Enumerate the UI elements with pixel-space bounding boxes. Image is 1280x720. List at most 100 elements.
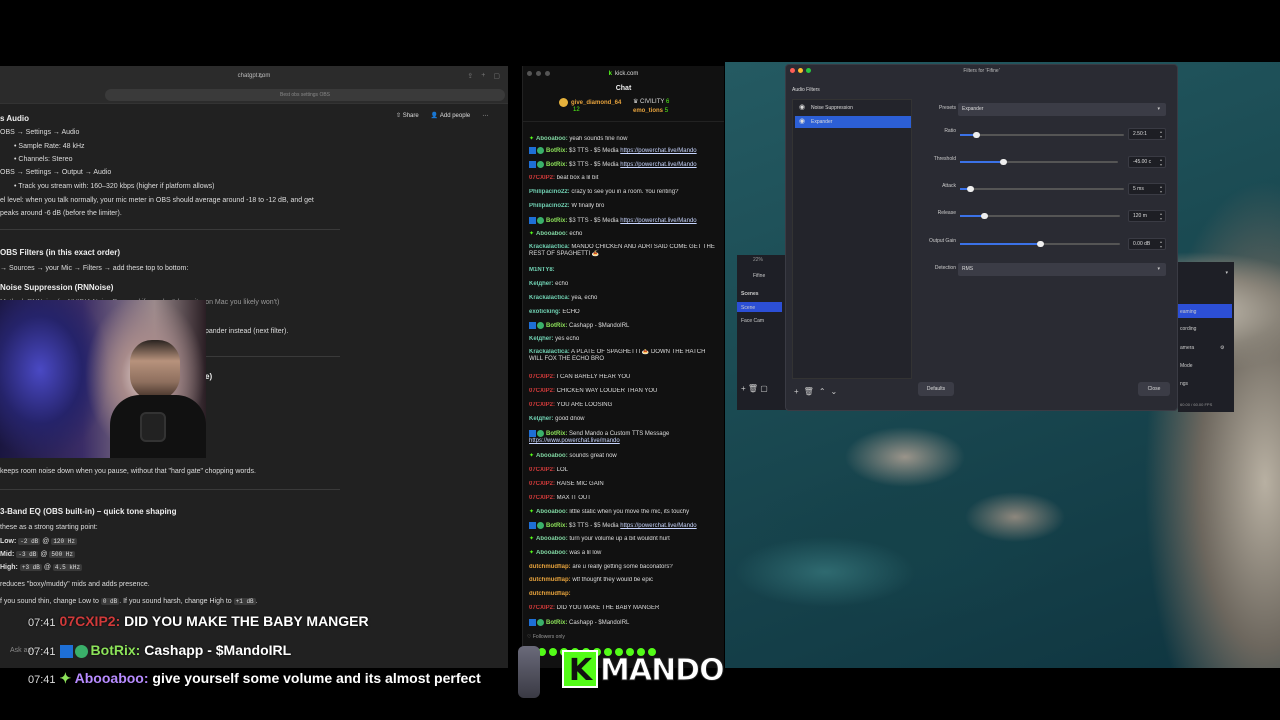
browser-url[interactable]: chatgpt.com bbox=[238, 73, 271, 79]
chat-message[interactable]: ✦ Abooaboo: yeah sounds fine now bbox=[529, 136, 719, 143]
ratio-slider[interactable] bbox=[960, 132, 1124, 138]
chat-message[interactable]: BotRix: $3 TTS - $5 Media https://powerc… bbox=[529, 217, 719, 225]
chat-username[interactable]: Abooaboo: bbox=[536, 231, 568, 237]
chat-message[interactable]: M1NTY8: bbox=[529, 267, 719, 274]
ratio-spinbox[interactable]: 2.50:1 ▴ ▾ bbox=[1128, 128, 1166, 140]
gifter-3[interactable]: emo_tions 5 bbox=[633, 108, 668, 114]
chat-username[interactable]: 07CXIP2: bbox=[529, 605, 555, 611]
chat-message[interactable]: ✦ Abooaboo: sounds great now bbox=[529, 453, 719, 460]
chat-message[interactable]: dutchmudflap: are u really getting some … bbox=[529, 564, 719, 571]
obs-recording-button[interactable]: cording bbox=[1180, 326, 1196, 332]
chat-username[interactable]: BotRix: bbox=[546, 218, 567, 224]
chat-message[interactable]: 07CXIP2: beat box a lil bit bbox=[529, 175, 719, 182]
chat-message[interactable]: BotRix: Send Mando a Custom TTS Message … bbox=[529, 430, 719, 445]
eye-icon[interactable]: ◉ bbox=[799, 102, 805, 114]
chat-username[interactable]: Abooaboo: bbox=[536, 550, 568, 556]
chat-username[interactable]: BotRix: bbox=[546, 620, 567, 626]
obs-scene-controls[interactable]: + 🗑 ▢ bbox=[741, 384, 768, 393]
attack-spinbox[interactable]: 5 ms ▴ ▾ bbox=[1128, 183, 1166, 195]
chat-username[interactable]: 07CXIP2: bbox=[529, 495, 555, 501]
chat-message[interactable]: ✦ Abooaboo: little static when you move t… bbox=[529, 509, 719, 516]
chat-message[interactable]: ✦ Abooaboo: was a lil low bbox=[529, 550, 719, 557]
chat-username[interactable]: Kelдher: bbox=[529, 281, 553, 287]
release-spinbox[interactable]: 120 m ▴ ▾ bbox=[1128, 210, 1166, 222]
chevron-down-icon[interactable]: ▾ bbox=[1225, 270, 1228, 276]
chat-username[interactable]: Abooaboo: bbox=[536, 509, 568, 515]
obs-camera-button[interactable]: amera bbox=[1180, 345, 1194, 351]
presets-select[interactable]: Expander ▾ bbox=[958, 103, 1166, 116]
chat-username[interactable]: dutchmudflap: bbox=[529, 564, 571, 570]
chat-username[interactable]: 07CXIP2: bbox=[529, 175, 555, 181]
chat-message[interactable]: BotRix: $3 TTS - $5 Media https://powerc… bbox=[529, 522, 719, 530]
threshold-slider[interactable] bbox=[960, 159, 1118, 165]
gifter-2[interactable]: ♛ CIVILITY 6 bbox=[633, 98, 669, 105]
tabs-icon[interactable]: ▢ bbox=[493, 72, 500, 80]
close-button[interactable]: Close bbox=[1138, 382, 1170, 396]
chat-message[interactable]: BotRix: $3 TTS - $5 Media https://powerc… bbox=[529, 147, 719, 155]
add-people-button[interactable]: 👤 Add people bbox=[431, 112, 471, 121]
chat-message[interactable]: Krackalactica: yea, echo bbox=[529, 295, 719, 302]
chat-message[interactable]: dutchmudflap: wtf thought they would be … bbox=[529, 577, 719, 584]
chat-username[interactable]: Philipacino22: bbox=[529, 203, 570, 209]
chat-message[interactable]: Kelдher: good dnow bbox=[529, 416, 719, 423]
chat-message[interactable]: Kelдher: yes echo bbox=[529, 336, 719, 343]
share-icon[interactable]: ⇪ bbox=[467, 72, 473, 80]
gifter-1[interactable]: give_diamond_64 bbox=[559, 98, 621, 107]
chat-username[interactable]: exoticking: bbox=[529, 309, 561, 315]
chat-username[interactable]: Krackalactica: bbox=[529, 349, 570, 355]
reload-icon[interactable]: ↻ bbox=[258, 72, 264, 80]
attack-slider[interactable] bbox=[960, 186, 1124, 192]
gear-icon[interactable]: ⚙ bbox=[1220, 345, 1224, 351]
window-controls[interactable] bbox=[790, 68, 811, 73]
obs-settings-button[interactable]: ngs bbox=[1180, 381, 1188, 387]
chat-username[interactable]: dutchmudflap: bbox=[529, 577, 571, 583]
chat-link[interactable]: https://powerchat.live/Mando bbox=[620, 218, 696, 224]
chat-username[interactable]: Krackalactica: bbox=[529, 244, 570, 250]
chat-username[interactable]: Philipacino22: bbox=[529, 189, 570, 195]
chat-username[interactable]: Kelдher: bbox=[529, 416, 553, 422]
chat-message[interactable]: BotRix: Cashapp - $MandoIRL bbox=[529, 619, 719, 627]
chat-message[interactable]: 07CXIP2: YOU ARE LOOSING bbox=[529, 402, 719, 409]
window-controls[interactable] bbox=[527, 71, 550, 76]
defaults-button[interactable]: Defaults bbox=[918, 382, 954, 396]
threshold-spinbox[interactable]: -45.00 c ▴ ▾ bbox=[1128, 156, 1166, 168]
chat-message[interactable]: 07CXIP2: MAX IT OUT bbox=[529, 495, 719, 502]
chat-message[interactable]: Krackalactica: A PLATE OF SPAGHETTI 🍝 DO… bbox=[529, 349, 719, 363]
chat-message[interactable]: Philipacino22: W finally bro bbox=[529, 203, 719, 210]
eye-icon[interactable]: ◉ bbox=[799, 116, 805, 128]
release-slider[interactable] bbox=[960, 213, 1120, 219]
chat-username[interactable]: Abooaboo: bbox=[536, 453, 568, 459]
obs-scene-scene[interactable]: Scene bbox=[741, 305, 755, 311]
new-tab-icon[interactable]: + bbox=[481, 72, 485, 80]
chat-username[interactable]: dutchmudflap: bbox=[529, 591, 571, 597]
share-button[interactable]: ⇧ Share bbox=[396, 112, 419, 121]
search-pill[interactable]: Best obs settings OBS bbox=[105, 89, 505, 101]
chat-message[interactable]: ✦ Abooaboo: turn your volume up a bit wou… bbox=[529, 536, 719, 543]
detection-select[interactable]: RMS ▾ bbox=[958, 263, 1166, 276]
chat-username[interactable]: BotRix: bbox=[546, 523, 567, 529]
chat-message[interactable]: ✦ Abooaboo: echo bbox=[529, 231, 719, 238]
filter-item-noise-suppression[interactable]: ◉ Noise Suppression bbox=[795, 102, 911, 114]
move-down-icon[interactable]: ⌄ bbox=[831, 387, 838, 396]
chat-message[interactable]: 07CXIP2: I CAN BARELY HEAR YOU bbox=[529, 374, 719, 381]
chat-message[interactable]: 07CXIP2: LOL bbox=[529, 467, 719, 474]
chat-username[interactable]: Krackalactica: bbox=[529, 295, 570, 301]
chat-message[interactable]: exoticking: ECHO bbox=[529, 309, 719, 316]
chat-message[interactable]: Kelдher: echo bbox=[529, 281, 719, 288]
chat-link[interactable]: https://powerchat.live/Mando bbox=[620, 162, 696, 168]
chat-message[interactable]: Philipacino22: crazy to see you in a roo… bbox=[529, 189, 719, 196]
chat-link[interactable]: https://powerchat.live/Mando bbox=[620, 523, 696, 529]
chat-message[interactable]: Krackalactica: MANDO CHICKEN AND ADRI SA… bbox=[529, 244, 719, 258]
delete-filter-icon[interactable]: 🗑 bbox=[804, 387, 814, 396]
chat-username[interactable]: BotRix: bbox=[546, 148, 567, 154]
chat-link[interactable]: https://www.powerchat.live/mando bbox=[529, 438, 620, 444]
chat-message[interactable]: 07CXIP2: DID YOU MAKE THE BABY MANGER bbox=[529, 605, 719, 612]
chat-link[interactable]: https://powerchat.live/Mando bbox=[620, 148, 696, 154]
browser-address-bar[interactable]: chatgpt.com ↻ ⇪ + ▢ bbox=[0, 66, 508, 86]
more-button[interactable]: ··· bbox=[482, 112, 488, 121]
add-filter-icon[interactable]: + bbox=[794, 387, 799, 396]
chat-username[interactable]: 07CXIP2: bbox=[529, 481, 555, 487]
chat-username[interactable]: BotRix: bbox=[546, 162, 567, 168]
chat-message[interactable]: BotRix: Cashapp - $MandoIRL bbox=[529, 322, 719, 330]
filter-item-expander[interactable]: ◉ Expander bbox=[795, 116, 911, 128]
